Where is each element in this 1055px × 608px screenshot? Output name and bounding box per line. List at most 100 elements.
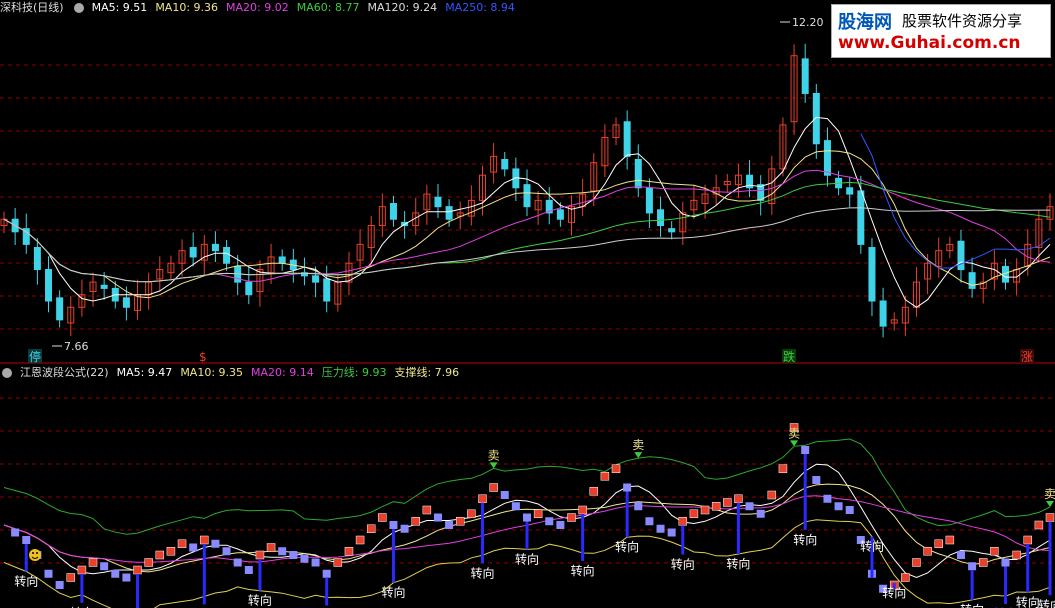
wave-bar xyxy=(478,494,487,503)
candle-body xyxy=(122,297,130,308)
wave-bar xyxy=(433,513,442,522)
candle-body xyxy=(245,281,253,296)
wave-bar xyxy=(912,558,921,567)
marker-drop: 跌 xyxy=(783,349,795,364)
wave-bar xyxy=(500,491,509,499)
wave-bar xyxy=(511,502,520,511)
wave-bar xyxy=(489,483,498,492)
wave-bar xyxy=(956,551,965,559)
turn-label: 转向 xyxy=(726,556,750,571)
wave-bar xyxy=(801,446,810,454)
wave-bar xyxy=(700,505,710,515)
wave-bar xyxy=(968,562,977,571)
wave-bar xyxy=(144,558,153,567)
sell-label: 卖 xyxy=(1044,487,1055,501)
turn-label: 转向 xyxy=(14,574,38,589)
wave-bar xyxy=(812,476,821,484)
sell-label: 卖 xyxy=(788,426,800,440)
candle-body xyxy=(312,275,320,283)
turn-label: 转向 xyxy=(515,551,539,566)
candle-body xyxy=(523,184,531,208)
turn-label: 转向 xyxy=(960,602,984,608)
candle-body xyxy=(223,247,231,264)
ma120-line xyxy=(3,207,1050,283)
sell-arrow-icon xyxy=(1046,501,1054,507)
candle-body xyxy=(657,209,665,227)
candle-body xyxy=(846,187,854,195)
wave-bar xyxy=(300,554,309,563)
wave-bar xyxy=(200,535,209,545)
wave-bar xyxy=(455,517,465,526)
wave-bar xyxy=(222,547,231,556)
turn-label: 转向 xyxy=(381,585,405,600)
wave-bar xyxy=(734,494,743,503)
low-annotation: 7.66 xyxy=(52,340,89,353)
wave-bar xyxy=(1023,535,1032,545)
wave-bar xyxy=(823,494,832,503)
candle-body xyxy=(278,256,286,264)
wave-bar xyxy=(600,472,610,481)
candle-body xyxy=(801,58,809,94)
turn-label: 转向 xyxy=(470,565,494,580)
wave-bar xyxy=(77,565,87,575)
candle-body xyxy=(501,158,509,170)
candle-body xyxy=(100,284,108,289)
chart-canvas[interactable]: 12.20 7.66 停 $ 跌 涨 转向转向转向转向转向转向转向转向 转向转向转… xyxy=(0,0,1055,608)
wave-bar xyxy=(678,517,688,526)
candle-body xyxy=(823,140,831,176)
smiley-icon xyxy=(29,549,41,561)
sell-arrow-icon xyxy=(790,440,799,447)
sell-arrow-icon xyxy=(489,462,498,469)
turn-label: 转向 xyxy=(860,539,884,554)
high-label: 12.20 xyxy=(792,16,824,29)
wave-bar xyxy=(834,502,843,511)
wave-bar xyxy=(44,569,53,578)
turn-label: 转向 xyxy=(793,532,817,547)
marker-dollar: $ xyxy=(199,350,207,364)
wave-bar xyxy=(934,539,943,548)
turn-label: 转向 xyxy=(1038,597,1055,608)
sell-label: 卖 xyxy=(632,438,644,452)
candle-body xyxy=(211,243,219,252)
wave-bar xyxy=(533,509,543,518)
wave-bar xyxy=(255,550,265,560)
wave-bar xyxy=(244,566,253,574)
wave-bar xyxy=(1001,558,1010,567)
wave-bar xyxy=(266,543,276,552)
wave-bar xyxy=(400,524,409,533)
wave-bar xyxy=(333,558,343,567)
candle-body xyxy=(879,300,887,327)
wave-bar xyxy=(923,547,932,556)
wave-bar xyxy=(901,573,910,582)
wave-bar xyxy=(1045,513,1055,522)
sell-arrow-icon xyxy=(634,452,643,459)
wave-bar xyxy=(100,562,109,571)
candle-body xyxy=(389,203,397,220)
wave-bar xyxy=(177,539,187,548)
wave-bar xyxy=(411,517,420,526)
low-label: 7.66 xyxy=(64,340,89,353)
wave-bar xyxy=(723,498,732,507)
wave-bar xyxy=(945,535,955,545)
wave-bar xyxy=(278,547,287,556)
wave-bar xyxy=(578,505,587,515)
wave-bar xyxy=(778,464,788,473)
wave-bar xyxy=(567,513,576,522)
wave-bar xyxy=(422,505,432,515)
wave-bar xyxy=(355,535,365,545)
candle-body xyxy=(189,247,197,258)
wave-bar xyxy=(634,502,643,511)
marker-halt: 停 xyxy=(29,349,41,364)
wave-bar xyxy=(523,513,531,522)
wave-bar xyxy=(667,528,676,537)
candle-body xyxy=(757,184,765,201)
candle-body xyxy=(33,247,41,271)
wave-bar xyxy=(1034,520,1044,530)
candle-body xyxy=(668,228,676,233)
wave-bar xyxy=(22,536,31,544)
wave-bar xyxy=(467,509,476,518)
wave-bar xyxy=(589,487,599,496)
marker-rise: 涨 xyxy=(1021,349,1033,364)
high-annotation: 12.20 xyxy=(780,16,824,29)
candles-group xyxy=(0,43,1054,338)
